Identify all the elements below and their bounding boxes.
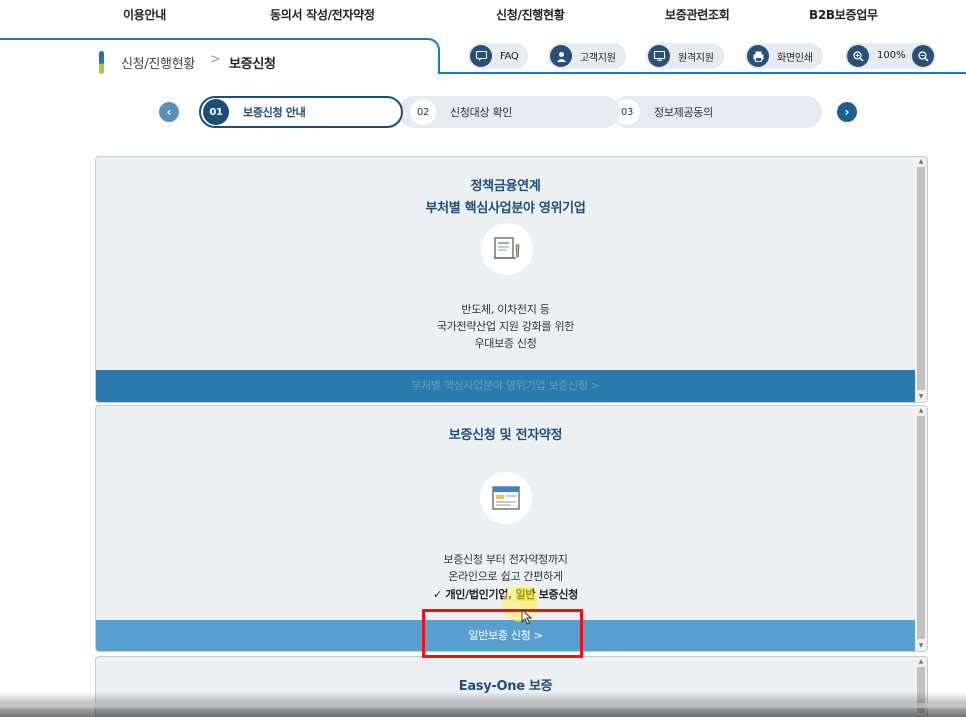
step-1-label: 보증신청 안내 bbox=[243, 106, 306, 119]
video-progress-bar bbox=[0, 703, 966, 708]
customer-support-label: 고객지원 bbox=[580, 52, 616, 64]
zoom-control: 100% bbox=[845, 43, 936, 69]
print-button[interactable]: 화면인쇄 bbox=[745, 43, 823, 69]
monitor-icon bbox=[648, 45, 670, 67]
card-2-check-text-post: 보증신청 bbox=[538, 588, 579, 601]
document-pen-icon bbox=[481, 223, 533, 275]
print-label: 화면인쇄 bbox=[777, 52, 813, 64]
zoom-level: 100% bbox=[877, 50, 906, 61]
breadcrumb-underline bbox=[438, 72, 966, 74]
nav-item-application-status[interactable]: 신청/진행현황 bbox=[496, 6, 565, 23]
faq-label: FAQ bbox=[500, 50, 519, 62]
step-2-number: 02 bbox=[410, 99, 436, 125]
breadcrumb-parent[interactable]: 신청/진행현황 bbox=[121, 53, 195, 72]
card-1-scrollbar[interactable]: ▲ ▼ bbox=[915, 157, 927, 402]
breadcrumb-separator: > bbox=[210, 52, 221, 67]
card-1-title-line2: 부처별 핵심사업분야 영위기업 bbox=[425, 201, 586, 216]
card-1-title-line1: 정책금융연계 bbox=[470, 179, 541, 194]
step-1[interactable]: 01 보증신청 안내 bbox=[199, 96, 403, 128]
card-1-desc-line2: 국가전략산업 지원 강화를 위한 bbox=[436, 320, 575, 333]
step-2[interactable]: 02 신청대상 확인 bbox=[398, 96, 620, 128]
page-title: 보증신청 bbox=[229, 57, 276, 72]
printer-icon bbox=[747, 45, 769, 67]
nav-item-guide[interactable]: 이용안내 bbox=[123, 6, 166, 23]
steps-next-button[interactable]: › bbox=[837, 102, 857, 122]
remote-support-button[interactable]: 원격지원 bbox=[646, 43, 724, 69]
card-2-desc-line1: 보증신청 부터 전자약정까지 bbox=[443, 553, 568, 566]
person-icon bbox=[550, 45, 572, 67]
step-2-label: 신청대상 확인 bbox=[450, 106, 513, 119]
zoom-in-icon[interactable] bbox=[847, 45, 869, 67]
top-navigation: 이용안내 동의서 작성/전자약정 신청/진행현황 보증관련조회 B2B보증업무 bbox=[0, 0, 966, 30]
step-3-label: 정보제공동의 bbox=[654, 106, 713, 119]
card-2-desc-line2: 온라인으로 쉽고 간편하게 bbox=[448, 570, 563, 583]
mouse-cursor-icon bbox=[521, 609, 533, 625]
browser-window-icon bbox=[480, 472, 532, 524]
card-1-desc-line3: 우대보증 신청 bbox=[474, 337, 537, 350]
annotation-red-box bbox=[422, 609, 583, 658]
nav-item-b2b[interactable]: B2B보증업무 bbox=[809, 6, 878, 23]
breadcrumb-marker bbox=[99, 51, 104, 74]
policy-guarantee-apply-button[interactable]: 부처별 핵심사업분야 영위기업 보증신청 > bbox=[96, 370, 915, 402]
step-1-number: 01 bbox=[203, 99, 229, 125]
chevron-left-icon: ‹ bbox=[166, 105, 172, 119]
faq-button[interactable]: FAQ bbox=[468, 43, 529, 69]
card-2-scrollbar[interactable]: ▲ ▼ bbox=[915, 406, 927, 651]
zoom-out-icon[interactable] bbox=[912, 45, 934, 67]
card-1-desc-line1: 반도체, 이차전지 등 bbox=[461, 303, 550, 316]
check-icon: ✓ bbox=[433, 588, 442, 601]
chevron-right-icon: › bbox=[844, 105, 850, 119]
customer-support-button[interactable]: 고객지원 bbox=[548, 43, 626, 69]
nav-item-consent-contract[interactable]: 동의서 작성/전자약정 bbox=[270, 6, 375, 23]
chat-bubble-icon bbox=[470, 45, 492, 67]
card-2-title: 보증신청 및 전자약정 bbox=[448, 428, 563, 443]
policy-finance-card: 정책금융연계 부처별 핵심사업분야 영위기업 반도체, 이차전지 등 국가전략산… bbox=[95, 156, 928, 403]
step-3[interactable]: 03 정보제공동의 bbox=[612, 96, 822, 128]
nav-item-guarantee-inquiry[interactable]: 보증관련조회 bbox=[665, 6, 730, 23]
steps-prev-button[interactable]: ‹ bbox=[159, 102, 179, 122]
remote-support-label: 원격지원 bbox=[678, 52, 714, 64]
